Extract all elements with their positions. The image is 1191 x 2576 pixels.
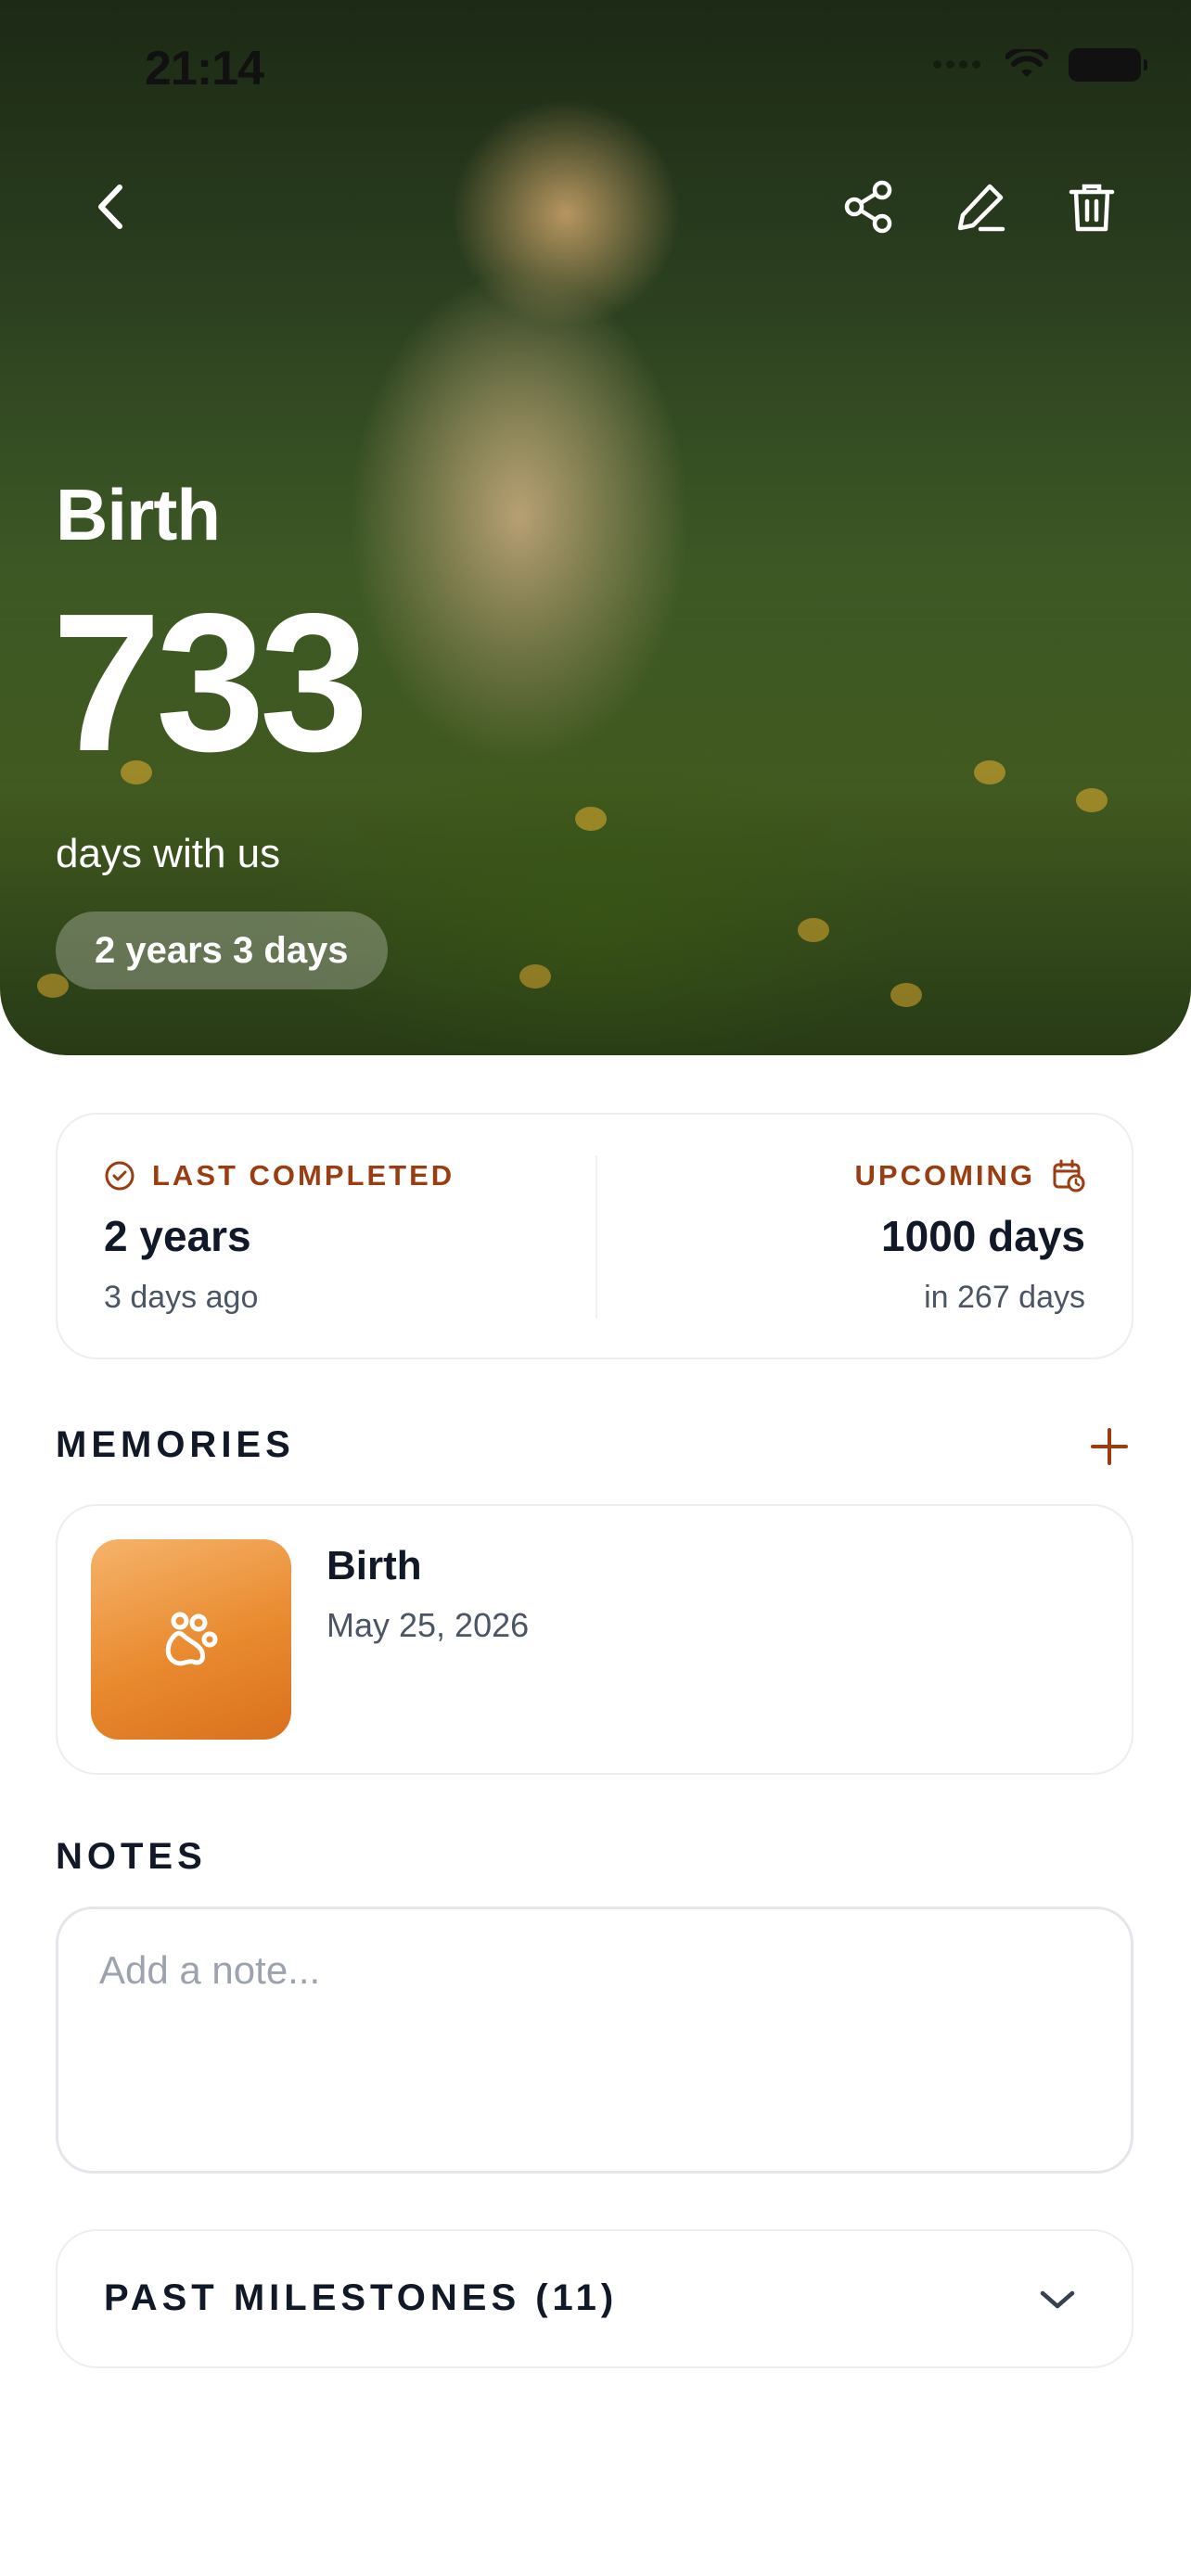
expand-button[interactable] bbox=[1030, 2272, 1085, 2327]
day-count-caption: days with us bbox=[56, 831, 281, 876]
delete-button[interactable] bbox=[1059, 174, 1124, 239]
milestone-stats-card: LAST COMPLETED 2 years 3 days ago UPCOMI… bbox=[56, 1113, 1133, 1359]
last-completed-label: LAST COMPLETED bbox=[152, 1159, 455, 1192]
day-count: 733 bbox=[52, 572, 369, 792]
last-completed-label-row: LAST COMPLETED bbox=[104, 1159, 455, 1192]
memory-title: Birth bbox=[327, 1543, 422, 1588]
upcoming-sub: in 267 days bbox=[924, 1280, 1085, 1315]
battery-icon bbox=[1069, 48, 1147, 82]
last-completed-value: 2 years bbox=[104, 1212, 251, 1260]
upcoming-value: 1000 days bbox=[881, 1212, 1085, 1260]
memory-thumbnail bbox=[91, 1539, 291, 1740]
note-input[interactable]: Add a note... bbox=[56, 1906, 1133, 2174]
status-icons bbox=[933, 48, 1147, 82]
past-milestones-toggle[interactable]: PAST MILESTONES (11) bbox=[56, 2229, 1133, 2368]
duration-badge: 2 years 3 days bbox=[56, 912, 388, 989]
chevron-left-icon bbox=[98, 185, 122, 229]
memory-date: May 25, 2026 bbox=[327, 1606, 530, 1644]
edit-button[interactable] bbox=[948, 174, 1013, 239]
paw-icon bbox=[165, 1612, 218, 1666]
wifi-icon bbox=[1005, 49, 1048, 77]
status-time: 21:14 bbox=[145, 42, 264, 96]
milestone-title: Birth bbox=[56, 474, 221, 555]
notes-heading: NOTES bbox=[56, 1836, 207, 1877]
share-button[interactable] bbox=[837, 174, 902, 239]
share-icon bbox=[844, 180, 892, 234]
upcoming-label: UPCOMING bbox=[854, 1159, 1035, 1192]
past-milestones-label: PAST MILESTONES (11) bbox=[104, 2277, 619, 2318]
divider bbox=[596, 1155, 597, 1319]
hero-header: 21:14 Birth 733 days with us 2 years 3 d… bbox=[0, 0, 1191, 1055]
last-completed-section: LAST COMPLETED 2 years 3 days ago bbox=[104, 1159, 455, 1316]
chevron-down-icon bbox=[1040, 2290, 1075, 2309]
calendar-clock-icon bbox=[1053, 1159, 1085, 1192]
upcoming-label-row: UPCOMING bbox=[855, 1159, 1086, 1192]
memory-item[interactable]: Birth May 25, 2026 bbox=[56, 1504, 1133, 1775]
back-button[interactable] bbox=[78, 174, 143, 239]
trash-icon bbox=[1069, 184, 1115, 232]
memories-heading: MEMORIES bbox=[56, 1424, 295, 1465]
add-memory-button[interactable] bbox=[1082, 1419, 1137, 1474]
signal-icon bbox=[933, 57, 985, 73]
check-circle-icon bbox=[105, 1161, 134, 1191]
plus-icon bbox=[1091, 1428, 1128, 1465]
pencil-icon bbox=[957, 184, 1005, 232]
last-completed-sub: 3 days ago bbox=[104, 1280, 259, 1315]
upcoming-section: UPCOMING 1000 days in 267 days bbox=[855, 1159, 1086, 1316]
